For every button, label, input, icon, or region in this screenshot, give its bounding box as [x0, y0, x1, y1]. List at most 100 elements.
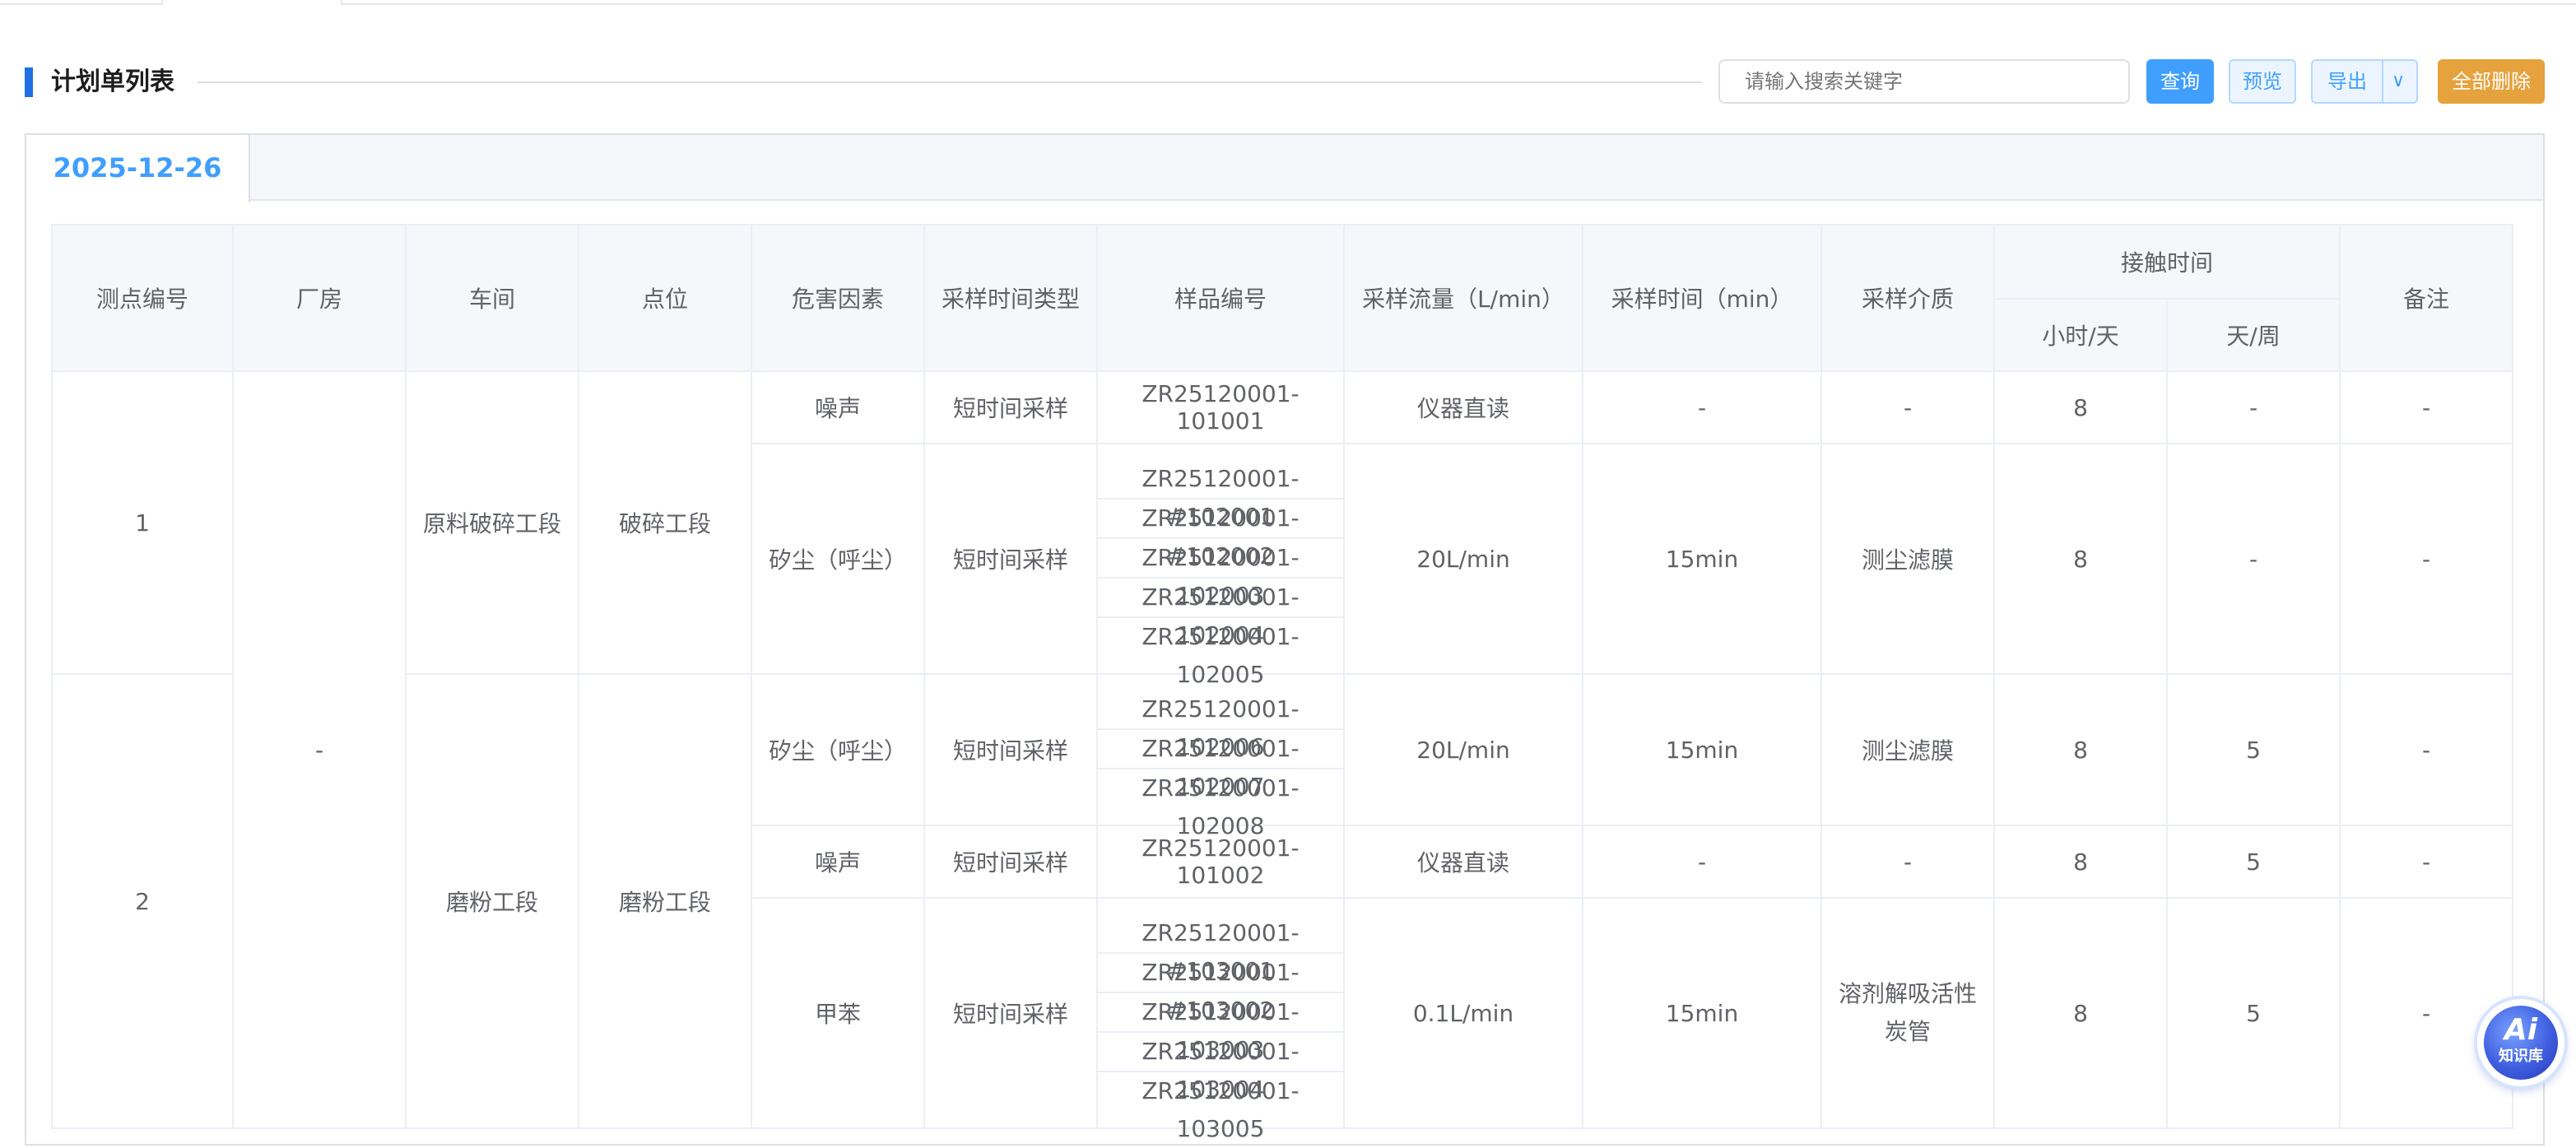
cell-remark: - — [2339, 370, 2513, 444]
cell-hazard: 矽尘（呼尘） — [751, 673, 925, 826]
sample-item: ZR25120001-102006 — [1098, 690, 1343, 760]
header-medium: 采样介质 — [1820, 224, 1995, 372]
cell-flow: 20L/min — [1343, 443, 1583, 675]
cell-hours-per-day: 8 — [1993, 370, 2168, 444]
cell-sample-no: ZR25120001-#102001 ZR25120001-#102002 ZR… — [1096, 443, 1345, 688]
list-header: 计划单列表 查询 预览 导出 ∨ 全部删除 — [0, 53, 2576, 110]
cell-time-type: 短时间采样 — [923, 370, 1098, 444]
cell-days-per-week: 5 — [2166, 897, 2341, 1129]
cell-flow: 0.1L/min — [1343, 897, 1583, 1129]
ai-badge-caption: 知识库 — [2499, 1048, 2543, 1065]
cell-sampling-time: - — [1582, 825, 1822, 899]
cell-workshop: 原料破碎工段 — [405, 370, 579, 675]
header-contact-time: 接触时间 — [1993, 224, 2341, 300]
header-plant: 厂房 — [232, 224, 407, 372]
cell-sample-no: ZR25120001-102006 ZR25120001-102007 ZR25… — [1096, 673, 1345, 839]
cell-remark: - — [2339, 443, 2513, 675]
header-days-per-week: 天/周 — [2166, 298, 2341, 372]
cell-time-type: 短时间采样 — [923, 825, 1098, 899]
search-input[interactable] — [1718, 59, 2130, 104]
cell-hazard: 噪声 — [751, 825, 925, 899]
header-workshop: 车间 — [405, 224, 579, 372]
cell-days-per-week: - — [2166, 443, 2341, 675]
table-row: 1 - 原料破碎工段 破碎工段 噪声 短时间采样 ZR25120001-1010… — [51, 370, 2513, 1129]
cell-hazard: 矽尘（呼尘） — [751, 443, 925, 675]
delete-all-button[interactable]: 全部删除 — [2438, 59, 2545, 104]
cell-days-per-week: - — [2166, 370, 2341, 444]
cell-remark: - — [2339, 825, 2513, 899]
cell-time-type: 短时间采样 — [923, 673, 1098, 826]
tab-date[interactable]: 2025-12-26 — [26, 135, 250, 202]
cell-hours-per-day: 8 — [1993, 825, 2168, 899]
cell-sampling-time: 15min — [1582, 897, 1822, 1129]
cell-hours-per-day: 8 — [1993, 673, 2168, 826]
header-hazard: 危害因素 — [751, 224, 925, 372]
sample-item: ZR25120001-103004 — [1098, 1033, 1343, 1103]
cell-flow: 20L/min — [1343, 673, 1583, 826]
sample-item: ZR25120001-102007 — [1098, 730, 1343, 800]
title-accent-bar — [25, 67, 33, 97]
sample-item: ZR25120001-102004 — [1098, 579, 1343, 648]
header-remark: 备注 — [2339, 224, 2513, 372]
cell-workshop: 磨粉工段 — [405, 673, 579, 1129]
sample-item: ZR25120001-#102002 — [1098, 500, 1343, 569]
sample-item: ZR25120001-102005 — [1142, 623, 1300, 688]
export-button[interactable]: 导出 ∨ — [2311, 59, 2418, 104]
cell-time-type: 短时间采样 — [923, 897, 1098, 1129]
top-tab-strip — [0, 0, 2576, 5]
cell-sampling-time: 15min — [1582, 443, 1822, 675]
cell-medium: - — [1820, 825, 1995, 899]
header-point-no: 测点编号 — [51, 224, 234, 372]
sample-item: ZR25120001-#103002 — [1098, 954, 1343, 1024]
cell-days-per-week: 5 — [2166, 825, 2341, 899]
cell-sampling-time: 15min — [1582, 673, 1822, 826]
cell-sample-no: ZR25120001-#103001 ZR25120001-#103002 ZR… — [1096, 897, 1345, 1142]
table-row: 2 磨粉工段 磨粉工段 矽尘（呼尘） 短时间采样 ZR25120001-1020… — [51, 673, 2513, 1129]
cell-hazard: 甲苯 — [751, 897, 925, 1129]
cell-medium: 测尘滤膜 — [1820, 443, 1995, 675]
sample-item: ZR25120001-103003 — [1098, 993, 1343, 1063]
cell-plant: - — [232, 370, 407, 1129]
cell-position: 破碎工段 — [578, 370, 752, 675]
cell-days-per-week: 5 — [2166, 673, 2341, 826]
sample-item: ZR25120001-102003 — [1098, 539, 1343, 609]
header-hours-per-day: 小时/天 — [1993, 298, 2168, 372]
export-label: 导出 — [2327, 70, 2367, 93]
export-split-divider — [2382, 61, 2383, 102]
plan-table: 测点编号 厂房 车间 点位 危害因素 采样时间类型 样品编号 采样流量（L/mi… — [51, 224, 2513, 1142]
title-divider — [198, 81, 1702, 83]
cell-sample-no: ZR25120001-101001 — [1096, 370, 1345, 444]
sample-item: ZR25120001-#102001 — [1098, 460, 1343, 530]
cell-flow: 仪器直读 — [1343, 370, 1583, 444]
cell-point-no: 2 — [51, 673, 234, 1129]
cell-medium: - — [1820, 370, 1995, 444]
query-button[interactable]: 查询 — [2146, 59, 2214, 104]
cell-sample-no: ZR25120001-101002 — [1096, 825, 1345, 899]
header-position: 点位 — [578, 224, 752, 372]
cell-remark: - — [2339, 673, 2513, 826]
cell-sampling-time: - — [1582, 370, 1822, 444]
sample-item: ZR25120001-#103001 — [1098, 914, 1343, 984]
header-flow: 采样流量（L/min） — [1343, 224, 1583, 372]
cell-point-no: 1 — [51, 370, 234, 675]
cell-time-type: 短时间采样 — [923, 443, 1098, 675]
ai-badge-label: Ai — [2504, 1013, 2538, 1047]
cell-hours-per-day: 8 — [1993, 443, 2168, 675]
top-active-tab[interactable] — [161, 0, 342, 5]
header-sampling-time: 采样时间（min） — [1582, 224, 1822, 372]
ai-icon: Ai 知识库 — [2484, 1006, 2558, 1080]
sample-item: ZR25120001-103005 — [1142, 1077, 1300, 1142]
preview-button[interactable]: 预览 — [2229, 59, 2296, 104]
sample-item: ZR25120001-102008 — [1142, 774, 1300, 839]
chevron-down-icon[interactable]: ∨ — [2392, 61, 2405, 102]
cell-medium: 测尘滤膜 — [1820, 673, 1995, 826]
ai-knowledge-base-button[interactable]: Ai 知识库 — [2477, 999, 2564, 1086]
date-tabs-bar: 2025-12-26 — [26, 135, 2543, 202]
cell-hazard: 噪声 — [751, 370, 925, 444]
header-time-type: 采样时间类型 — [923, 224, 1098, 372]
cell-medium: 溶剂解吸活性炭管 — [1820, 897, 1995, 1129]
cell-position: 磨粉工段 — [578, 673, 752, 1129]
header-sample-no: 样品编号 — [1096, 224, 1345, 372]
page-title: 计划单列表 — [51, 67, 174, 96]
cell-hours-per-day: 8 — [1993, 897, 2168, 1129]
